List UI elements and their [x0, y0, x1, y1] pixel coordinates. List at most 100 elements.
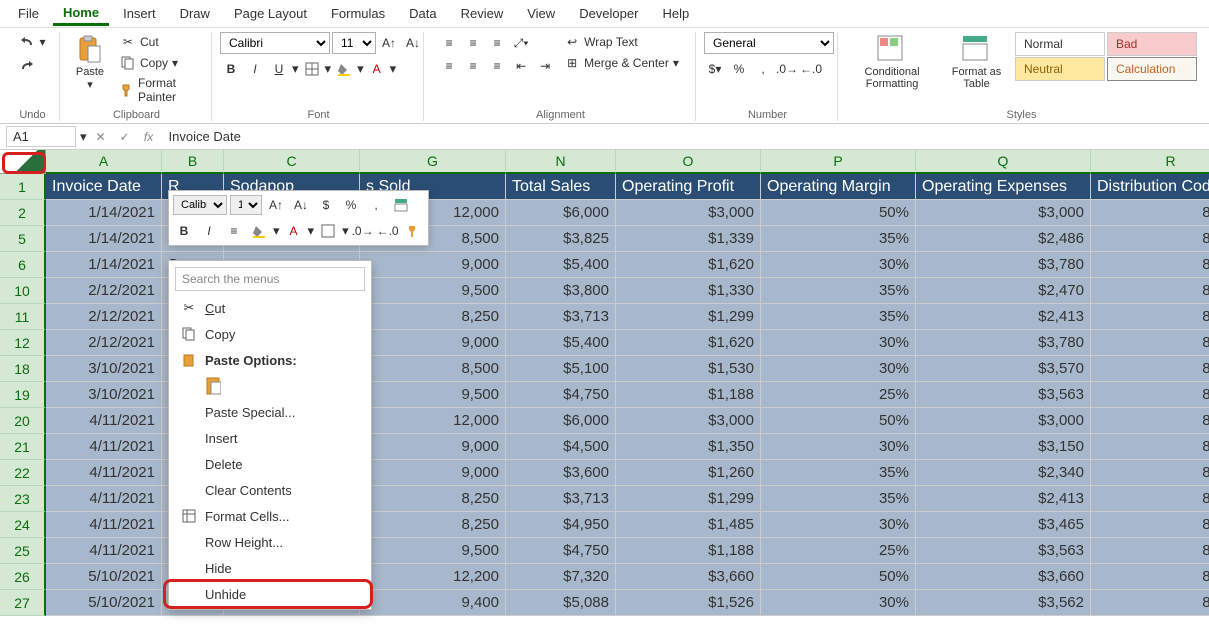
cell[interactable]: 3/10/2021 [46, 382, 162, 408]
format-painter-button[interactable]: Format Painter [116, 74, 205, 106]
cut-button[interactable]: ✂Cut [116, 32, 205, 52]
cell[interactable]: $4,750 [506, 538, 616, 564]
cell[interactable]: $3,000 [616, 408, 761, 434]
cell[interactable]: $3,563 [916, 382, 1091, 408]
ctx-paste-special[interactable]: Paste Special... [169, 399, 371, 425]
cell[interactable]: 2/12/2021 [46, 304, 162, 330]
cell[interactable]: 30% [761, 434, 916, 460]
cell[interactable]: 5/10/2021 [46, 564, 162, 590]
ctx-hide[interactable]: Hide [169, 555, 371, 581]
col-header-P[interactable]: P [761, 150, 916, 174]
name-box[interactable]: A1 [6, 126, 76, 147]
cancel-formula-icon[interactable]: ✕ [91, 130, 111, 144]
cell[interactable]: 5/10/2021 [46, 590, 162, 616]
cell[interactable]: 4/11/2021 [46, 512, 162, 538]
cell[interactable]: 35% [761, 304, 916, 330]
cell[interactable]: $3,000 [916, 200, 1091, 226]
cell[interactable]: 35% [761, 226, 916, 252]
mini-font-select[interactable]: Calibri [173, 195, 227, 215]
cell[interactable]: 35% [761, 486, 916, 512]
col-header-A[interactable]: A [46, 150, 162, 174]
align-bottom-button[interactable]: ≡ [486, 32, 508, 54]
mini-borders[interactable] [317, 220, 339, 242]
cell[interactable]: 30% [761, 252, 916, 278]
mini-format-painter[interactable] [402, 220, 424, 242]
cell[interactable]: $3,780 [916, 330, 1091, 356]
fill-color-button[interactable] [333, 58, 355, 80]
col-header-C[interactable]: C [224, 150, 360, 174]
font-color-button[interactable]: A [366, 58, 388, 80]
cell[interactable]: $3,800 [506, 278, 616, 304]
cell[interactable]: $1,530 [616, 356, 761, 382]
menu-formulas[interactable]: Formulas [321, 3, 395, 24]
cell[interactable]: 80006 [1091, 226, 1209, 252]
style-calculation[interactable]: Calculation [1107, 57, 1197, 81]
cell[interactable]: $1,350 [616, 434, 761, 460]
cell[interactable]: 80007 [1091, 512, 1209, 538]
cell[interactable]: 9,000 [360, 252, 506, 278]
ctx-unhide[interactable]: Unhide [169, 581, 371, 607]
font-size-select[interactable]: 11 [332, 32, 376, 54]
mini-inc-decimal[interactable]: .0→ [352, 220, 374, 242]
cell[interactable]: 8,500 [360, 356, 506, 382]
cell[interactable]: $3,150 [916, 434, 1091, 460]
row-header-18[interactable]: 18 [0, 356, 46, 382]
row-header-12[interactable]: 12 [0, 330, 46, 356]
cell[interactable]: $3,570 [916, 356, 1091, 382]
cell[interactable]: 50% [761, 408, 916, 434]
cell[interactable]: 8,250 [360, 512, 506, 538]
copy-button[interactable]: Copy ▾ [116, 53, 205, 73]
font-family-select[interactable]: Calibri [220, 32, 330, 54]
cell[interactable]: $6,000 [506, 200, 616, 226]
bold-button[interactable]: B [220, 58, 242, 80]
menu-developer[interactable]: Developer [569, 3, 648, 24]
cell[interactable]: 1/14/2021 [46, 252, 162, 278]
row-header-19[interactable]: 19 [0, 382, 46, 408]
menu-file[interactable]: File [8, 3, 49, 24]
cell[interactable]: 4/11/2021 [46, 538, 162, 564]
style-normal[interactable]: Normal [1015, 32, 1105, 56]
col-header-B[interactable]: B [162, 150, 224, 174]
decrease-decimal-button[interactable]: ←.0 [800, 58, 822, 80]
fx-icon[interactable]: fx [139, 130, 159, 144]
cell[interactable]: $5,088 [506, 590, 616, 616]
cell[interactable]: 80007 [1091, 252, 1209, 278]
ctx-row-height[interactable]: Row Height... [169, 529, 371, 555]
ctx-delete[interactable]: Delete [169, 451, 371, 477]
cell[interactable]: $2,486 [916, 226, 1091, 252]
cell[interactable]: $3,563 [916, 538, 1091, 564]
increase-decimal-button[interactable]: .0→ [776, 58, 798, 80]
cell[interactable]: 4/11/2021 [46, 460, 162, 486]
cell[interactable]: 80004 [1091, 538, 1209, 564]
align-center-button[interactable]: ≡ [462, 55, 484, 77]
row-header-25[interactable]: 25 [0, 538, 46, 564]
cell[interactable]: $4,750 [506, 382, 616, 408]
mini-currency[interactable]: $ [315, 194, 337, 216]
menu-home[interactable]: Home [53, 2, 109, 26]
cell[interactable]: $1,620 [616, 330, 761, 356]
row-header-10[interactable]: 10 [0, 278, 46, 304]
menu-view[interactable]: View [517, 3, 565, 24]
row-header-6[interactable]: 6 [0, 252, 46, 278]
select-all-button[interactable] [0, 150, 46, 174]
col-header-G[interactable]: G [360, 150, 506, 174]
cell[interactable]: 2/12/2021 [46, 278, 162, 304]
align-right-button[interactable]: ≡ [486, 55, 508, 77]
mini-comma[interactable]: , [365, 194, 387, 216]
cell[interactable]: $1,485 [616, 512, 761, 538]
cell[interactable]: $2,340 [916, 460, 1091, 486]
align-top-button[interactable]: ≡ [438, 32, 460, 54]
cell[interactable]: $1,526 [616, 590, 761, 616]
mini-bold[interactable]: B [173, 220, 195, 242]
row-header-11[interactable]: 11 [0, 304, 46, 330]
cell[interactable]: 9,500 [360, 382, 506, 408]
cell[interactable]: $3,465 [916, 512, 1091, 538]
cell[interactable]: 9,400 [360, 590, 506, 616]
cell[interactable]: 80010 [1091, 200, 1209, 226]
mini-dec-decimal[interactable]: ←.0 [377, 220, 399, 242]
cell[interactable]: 9,000 [360, 460, 506, 486]
cell[interactable]: $4,500 [506, 434, 616, 460]
style-bad[interactable]: Bad [1107, 32, 1197, 56]
accounting-button[interactable]: $▾ [704, 58, 726, 80]
cell[interactable]: $3,562 [916, 590, 1091, 616]
